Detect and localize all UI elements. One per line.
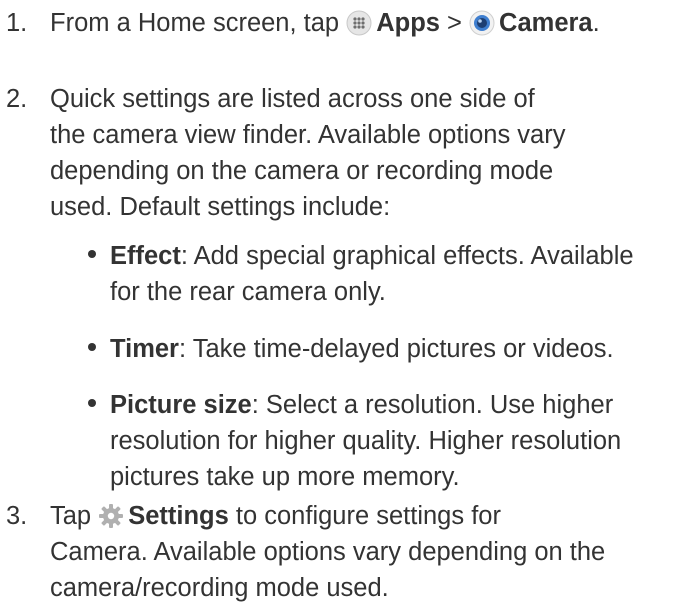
- bullet-picture-size-text: Picture size: Select a resolution. Use h…: [110, 387, 679, 495]
- menu-separator: >: [447, 9, 462, 37]
- timer-desc-1: : Take time-delayed pictures or videos.: [178, 335, 614, 363]
- bullet-effect-text: Effect: Add special graphical effects. A…: [110, 238, 679, 310]
- settings-label: Settings: [128, 502, 229, 530]
- step-1-intro: From a Home screen, tap: [50, 9, 340, 37]
- picture-size-term: Picture size: [110, 391, 252, 419]
- step-2-number: 2.: [6, 85, 28, 113]
- picture-size-desc-1: : Select a resolution. Use higher: [251, 391, 614, 419]
- step-1-period: .: [592, 9, 600, 37]
- effect-term: Effect: [110, 242, 181, 270]
- effect-desc-1: : Add special graphical effects. Availab…: [180, 242, 634, 270]
- bullet-dot: [88, 343, 96, 351]
- effect-desc-2: for the rear camera only.: [110, 278, 386, 306]
- instruction-page: 1. From a Home screen, tap Apps > Camera…: [0, 0, 679, 602]
- timer-term: Timer: [110, 335, 179, 363]
- gear-icon: [98, 503, 124, 529]
- bullet-dot: [88, 250, 96, 258]
- bullet-timer-text: Timer: Take time-delayed pictures or vid…: [110, 331, 679, 367]
- step-3-text: Tap Settings to configure settings for C…: [50, 498, 679, 606]
- step-2-line-3: depending on the camera or recording mod…: [50, 157, 554, 185]
- step-3-line-2: Camera. Available options vary depending…: [50, 538, 606, 566]
- step-3-line-1-rest: to configure settings for: [228, 502, 501, 530]
- step-1-text: From a Home screen, tap Apps > Camera.: [50, 5, 679, 41]
- apps-grid-icon: [346, 10, 372, 36]
- step-3-number: 3.: [6, 502, 28, 530]
- step-2-line-4: used. Default settings include:: [50, 193, 391, 221]
- step-3-intro: Tap: [50, 502, 92, 530]
- step-2-line-2: the camera view finder. Available option…: [50, 121, 566, 149]
- picture-size-desc-2: resolution for higher quality. Higher re…: [110, 427, 622, 455]
- apps-label: Apps: [376, 9, 440, 37]
- step-1-number: 1.: [6, 9, 28, 37]
- step-2-line-1: Quick settings are listed across one sid…: [50, 85, 535, 113]
- bullet-dot: [88, 399, 96, 407]
- camera-lens-icon: [469, 10, 495, 36]
- picture-size-desc-3: pictures take up more memory.: [110, 463, 460, 491]
- step-2-text: Quick settings are listed across one sid…: [50, 81, 679, 225]
- camera-label: Camera: [499, 9, 593, 37]
